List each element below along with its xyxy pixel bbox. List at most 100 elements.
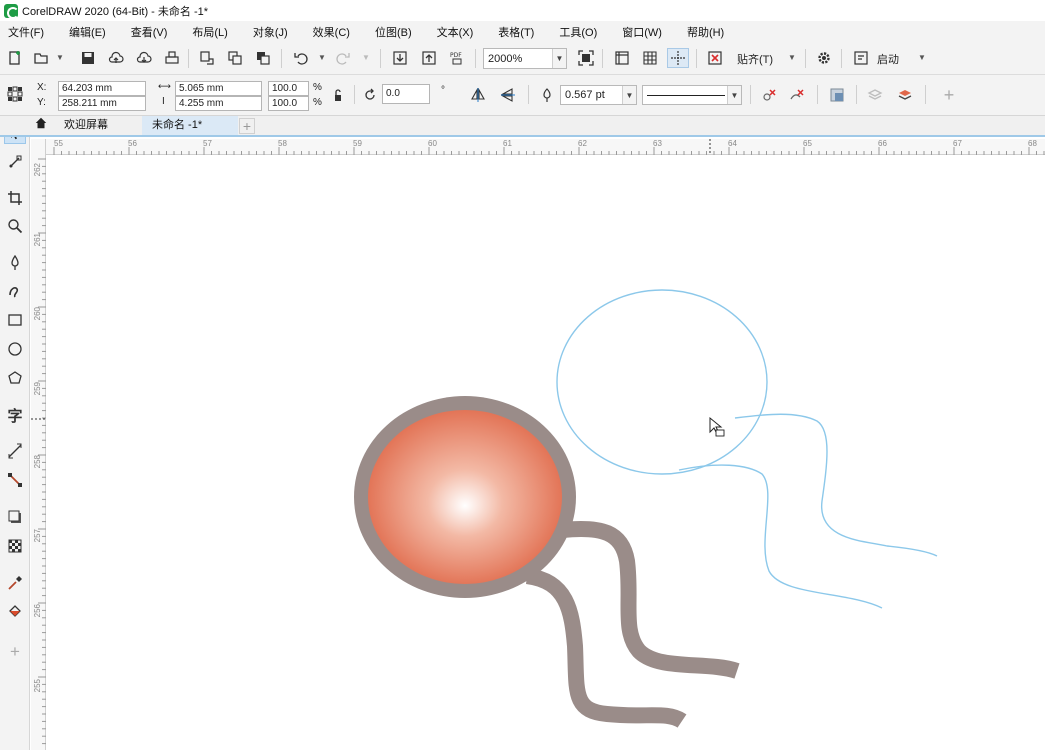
rectangle-tool-icon[interactable] [4, 309, 26, 331]
transparency-tool-icon[interactable] [4, 535, 26, 557]
menu-edit[interactable]: 编辑(E) [61, 24, 106, 40]
object-origin-icon[interactable] [4, 84, 26, 104]
scale-y-field[interactable]: 100.0 [268, 96, 309, 111]
toolbar-separator [602, 49, 603, 68]
selected-tail-lower[interactable] [678, 464, 883, 609]
zoom-tool-icon[interactable] [4, 215, 26, 237]
connector-tool-icon[interactable] [4, 469, 26, 491]
eyedropper-tool-icon[interactable] [4, 572, 26, 594]
full-screen-preview-icon[interactable] [575, 48, 597, 68]
mirror-horizontal-icon[interactable] [467, 85, 489, 105]
menu-table[interactable]: 表格(T) [490, 24, 534, 40]
toolbar-separator [696, 49, 697, 68]
crop-tool-icon[interactable] [4, 187, 26, 209]
toolbar-separator [380, 49, 381, 68]
line-style-select[interactable]: ▼ [642, 85, 742, 105]
mirror-vertical-icon[interactable] [497, 85, 519, 105]
show-rulers-icon[interactable] [611, 48, 633, 68]
undo-icon[interactable] [290, 48, 312, 68]
scale-x-field[interactable]: 100.0 [268, 81, 309, 96]
import-icon[interactable] [196, 48, 218, 68]
unlock-nodes-icon[interactable] [786, 85, 808, 105]
x-label: X: [37, 82, 47, 93]
menu-tools[interactable]: 工具(O) [551, 24, 597, 40]
launch-label[interactable]: 启动 [877, 51, 899, 67]
menu-object[interactable]: 对象(J) [245, 24, 288, 40]
drop-shadow-tool-icon[interactable] [4, 506, 26, 528]
text-tool-icon[interactable]: 字 [4, 404, 26, 426]
menu-layout[interactable]: 布局(L) [184, 24, 227, 40]
lock-ratio-icon[interactable] [327, 85, 349, 105]
rotation-field[interactable]: 0.0 [382, 84, 430, 104]
save-icon[interactable] [77, 48, 99, 68]
zoom-level-select[interactable]: 2000% ▼ [483, 48, 567, 69]
drawing-canvas[interactable] [47, 156, 1045, 750]
x-position-field[interactable]: 64.203 mm [58, 81, 146, 96]
width-field[interactable]: 5.065 mm [175, 81, 262, 96]
tab-document[interactable]: 未命名 -1* [142, 116, 238, 135]
break-apart-icon[interactable] [758, 85, 780, 105]
horizontal-ruler[interactable]: 55 56 57 58 59 60 61 62 63 64 65 66 67 6… [46, 139, 1045, 155]
open-folder-icon[interactable] [30, 48, 52, 68]
import-file-icon[interactable] [389, 48, 411, 68]
copy-icon[interactable] [224, 48, 246, 68]
outline-width-select[interactable]: 0.567 pt ▼ [560, 85, 637, 105]
vertical-ruler[interactable]: 262 261 260 259 258 257 256 255 [31, 139, 46, 750]
undo-dropdown-icon[interactable]: ▼ [318, 53, 326, 62]
quick-customize-icon[interactable]: + [4, 641, 26, 663]
svg-text:PDF: PDF [450, 52, 462, 59]
toolbar-separator [528, 85, 529, 104]
selected-circle-outline[interactable] [556, 289, 768, 475]
menu-file[interactable]: 文件(F) [0, 24, 44, 40]
show-grid-icon[interactable] [639, 48, 661, 68]
to-front-icon[interactable] [864, 85, 886, 105]
paste-icon[interactable] [252, 48, 274, 68]
snap-off-icon[interactable] [704, 48, 726, 68]
publish-pdf-icon[interactable]: PDF [446, 48, 468, 68]
zoom-dropdown-icon[interactable]: ▼ [552, 49, 566, 68]
percent-x-label: % [313, 82, 322, 93]
redo-dropdown-icon[interactable]: ▼ [362, 53, 370, 62]
percent-y-label: % [313, 97, 322, 108]
menu-window[interactable]: 窗口(W) [614, 24, 662, 40]
menu-effects[interactable]: 效果(C) [305, 24, 350, 40]
brown-tail-upper[interactable] [561, 520, 740, 679]
add-property-icon[interactable]: + [938, 85, 960, 105]
open-dropdown-icon[interactable]: ▼ [56, 53, 64, 62]
print-icon[interactable] [161, 48, 183, 68]
y-position-field[interactable]: 258.211 mm [58, 96, 146, 111]
export-file-icon[interactable] [418, 48, 440, 68]
ellipse-tool-icon[interactable] [4, 338, 26, 360]
polygon-tool-icon[interactable] [4, 367, 26, 389]
line-style-dropdown-icon[interactable]: ▼ [727, 86, 741, 104]
wrap-text-icon[interactable] [826, 85, 848, 105]
show-guidelines-icon[interactable] [667, 48, 689, 68]
snap-dropdown-icon[interactable]: ▼ [788, 53, 796, 62]
freehand-tool-icon[interactable] [4, 252, 26, 274]
interactive-fill-tool-icon[interactable] [4, 600, 26, 622]
gradient-ball[interactable] [368, 410, 562, 584]
shape-tool-icon[interactable] [4, 151, 26, 173]
parallel-dimension-tool-icon[interactable] [4, 440, 26, 462]
y-label: Y: [37, 97, 46, 108]
launch-app-icon[interactable] [850, 48, 872, 68]
artistic-media-tool-icon[interactable] [4, 280, 26, 302]
to-back-icon[interactable] [894, 85, 916, 105]
options-gear-icon[interactable] [813, 48, 835, 68]
outline-width-dropdown-icon[interactable]: ▼ [622, 86, 636, 104]
new-document-icon[interactable] [4, 48, 26, 68]
redo-icon[interactable] [332, 48, 354, 68]
launch-dropdown-icon[interactable]: ▼ [918, 53, 926, 62]
cloud-upload-icon[interactable] [105, 48, 127, 68]
vertical-ruler-ticks [31, 158, 46, 745]
cloud-download-icon[interactable] [133, 48, 155, 68]
new-tab-button[interactable]: + [239, 118, 255, 134]
height-field[interactable]: 4.255 mm [175, 96, 262, 111]
tab-welcome-screen[interactable]: 欢迎屏幕 [54, 116, 118, 135]
menu-view[interactable]: 查看(V) [123, 24, 168, 40]
menu-bitmaps[interactable]: 位图(B) [367, 24, 412, 40]
brown-tail-lower[interactable] [525, 568, 687, 729]
menu-text[interactable]: 文本(X) [429, 24, 474, 40]
menu-help[interactable]: 帮助(H) [679, 24, 724, 40]
snap-to-label[interactable]: 贴齐(T) [737, 51, 773, 67]
